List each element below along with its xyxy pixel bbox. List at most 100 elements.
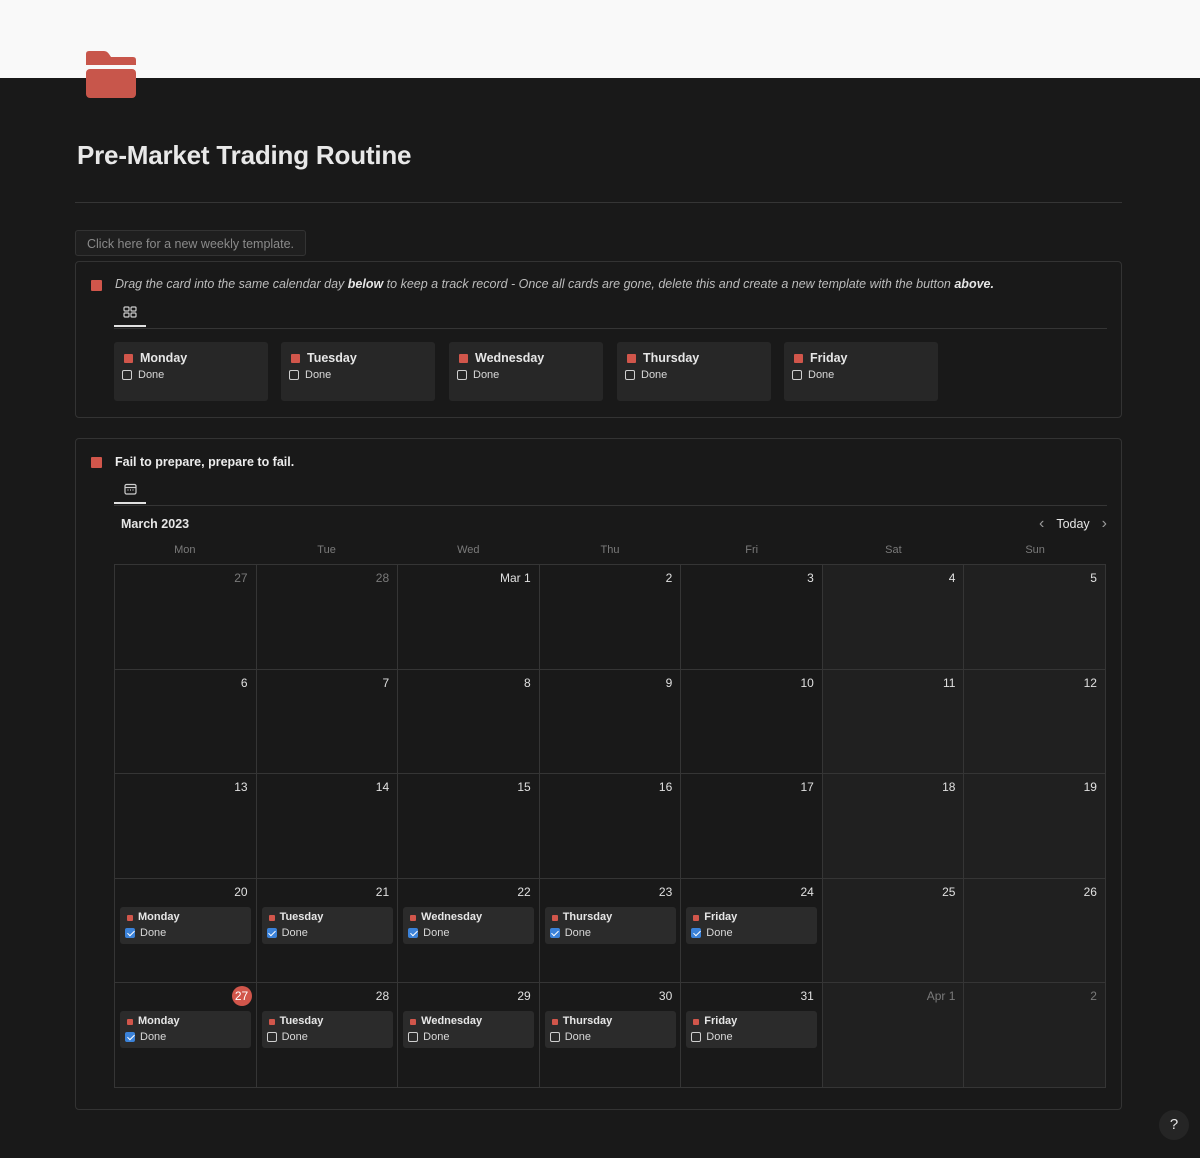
- calendar-day-cell[interactable]: 10: [681, 669, 823, 775]
- calendar-day-cell[interactable]: 2: [539, 565, 682, 670]
- day-number: 30: [658, 989, 673, 1004]
- done-checkbox[interactable]: [289, 370, 299, 380]
- calendar-day-cell[interactable]: 26: [964, 878, 1106, 984]
- calendar-day-cell[interactable]: 2: [964, 983, 1106, 1088]
- done-checkbox[interactable]: [122, 370, 132, 380]
- month-label: March 2023: [121, 517, 190, 531]
- calendar-day-cell[interactable]: 30 Thursday Done: [539, 983, 682, 1088]
- calendar-day-cell[interactable]: 27 Monday Done: [115, 983, 257, 1088]
- new-weekly-template-button[interactable]: Click here for a new weekly template.: [75, 230, 306, 256]
- calendar-view-tab[interactable]: [114, 476, 146, 504]
- day-number: 24: [800, 884, 814, 899]
- calendar-day-cell[interactable]: Apr 1: [822, 983, 965, 1088]
- day-number: 22: [517, 884, 531, 899]
- calendar-day-cell[interactable]: 12: [964, 669, 1106, 775]
- calendar-day-cell[interactable]: 31 Friday Done: [681, 983, 823, 1088]
- calendar-day-cell[interactable]: 11: [822, 669, 965, 775]
- calendar-day-cell[interactable]: 27: [115, 565, 257, 670]
- calendar-navigation: ‹ Today ›: [1039, 516, 1107, 532]
- board-card-wednesday[interactable]: Wednesday Done: [449, 342, 603, 401]
- calendar-card-friday[interactable]: Friday Done: [686, 906, 818, 944]
- calendar-day-cell[interactable]: 20 Monday Done: [115, 878, 257, 984]
- calendar-day-cell[interactable]: 13: [115, 774, 257, 879]
- calendar-card-tuesday[interactable]: Tuesday Done: [261, 906, 393, 944]
- chevron-right-icon[interactable]: ›: [1102, 516, 1107, 532]
- card-title: Friday: [704, 1015, 738, 1028]
- calendar-card-thursday[interactable]: Thursday Done: [544, 1011, 676, 1049]
- calendar-day-cell[interactable]: 19: [964, 774, 1106, 879]
- calendar-day-cell[interactable]: 29 Wednesday Done: [398, 983, 540, 1088]
- calendar-day-cell[interactable]: 18: [822, 774, 965, 879]
- calendar-day-cell[interactable]: 8: [398, 669, 540, 775]
- done-row: Done: [408, 1031, 449, 1043]
- done-checkbox[interactable]: [125, 927, 135, 938]
- calendar-day-cell[interactable]: 17: [681, 774, 823, 879]
- calendar-day-cell[interactable]: 7: [256, 669, 399, 775]
- board-card-thursday[interactable]: Thursday Done: [617, 342, 771, 401]
- weekday-header: Mon Tue Wed Thu Fri Sat Sun: [114, 544, 1106, 556]
- day-number: 27: [234, 571, 248, 585]
- calendar-day-cell[interactable]: 28: [256, 565, 399, 670]
- board-card-tuesday[interactable]: Tuesday Done: [281, 342, 435, 401]
- done-checkbox[interactable]: [549, 1032, 560, 1043]
- chevron-left-icon[interactable]: ‹: [1039, 516, 1044, 532]
- day-number: 26: [1083, 884, 1097, 899]
- done-checkbox[interactable]: [691, 1032, 702, 1043]
- folder-icon[interactable]: [84, 50, 138, 100]
- day-number: 6: [240, 675, 248, 690]
- help-button[interactable]: ?: [1159, 1110, 1189, 1140]
- done-row: Done: [792, 369, 834, 381]
- calendar-day-cell[interactable]: 3: [681, 565, 823, 670]
- done-checkbox[interactable]: [549, 927, 560, 938]
- calendar-day-cell[interactable]: 4: [822, 565, 965, 670]
- calendar-grid: 27 28 Mar 1 2 3 4 5 6 7 8 9 10 11 12 13 14 15 16 17 18 19 20 M…: [114, 564, 1106, 1088]
- calendar-day-cell[interactable]: 24 Friday Done: [681, 878, 823, 984]
- calendar-callout: Fail to prepare, prepare to fail. March …: [75, 438, 1122, 1110]
- done-checkbox[interactable]: [691, 927, 702, 938]
- today-button[interactable]: Today: [1056, 517, 1089, 531]
- calendar-day-cell[interactable]: 15: [398, 774, 540, 879]
- card-title: Wednesday: [421, 1015, 483, 1028]
- calendar-day-cell[interactable]: 5: [964, 565, 1106, 670]
- board-card-monday[interactable]: Monday Done: [114, 342, 268, 401]
- calendar-card-thursday[interactable]: Thursday Done: [544, 906, 676, 944]
- calendar-day-cell[interactable]: 6: [115, 669, 257, 775]
- done-checkbox[interactable]: [266, 927, 277, 938]
- card-icon: [794, 354, 803, 363]
- calendar-card-monday[interactable]: Monday Done: [120, 1011, 251, 1049]
- calendar-day-cell[interactable]: 14: [256, 774, 399, 879]
- done-checkbox[interactable]: [125, 1032, 135, 1043]
- done-checkbox[interactable]: [266, 1032, 277, 1043]
- calendar-card-tuesday[interactable]: Tuesday Done: [261, 1011, 393, 1049]
- done-checkbox[interactable]: [457, 370, 467, 380]
- calendar-day-cell[interactable]: 28 Tuesday Done: [256, 983, 399, 1088]
- calendar-card-wednesday[interactable]: Wednesday Done: [403, 906, 535, 944]
- calendar-day-cell[interactable]: 16: [539, 774, 682, 879]
- calendar-card-friday[interactable]: Friday Done: [686, 1011, 818, 1049]
- gallery-view-tab[interactable]: [114, 299, 146, 327]
- calendar-card-wednesday[interactable]: Wednesday Done: [403, 1011, 535, 1049]
- calendar-day-cell[interactable]: 23 Thursday Done: [539, 878, 682, 984]
- done-checkbox[interactable]: [408, 1032, 419, 1043]
- day-number: 28: [375, 571, 390, 585]
- calendar-day-cell[interactable]: 9: [539, 669, 682, 775]
- callout-icon: [91, 280, 102, 291]
- day-number: 25: [942, 884, 956, 899]
- calendar-card-monday[interactable]: Monday Done: [120, 906, 251, 944]
- day-number: 23: [658, 884, 673, 899]
- done-checkbox[interactable]: [408, 927, 419, 938]
- callout-instructions-text: Drag the card into the same calendar day…: [115, 277, 994, 291]
- board-card-friday[interactable]: Friday Done: [784, 342, 938, 401]
- done-label: Done: [423, 926, 450, 939]
- day-number: 15: [517, 780, 531, 795]
- calendar-day-cell[interactable]: 22 Wednesday Done: [398, 878, 540, 984]
- done-label: Done: [305, 369, 332, 381]
- done-label: Done: [140, 1031, 167, 1044]
- done-checkbox[interactable]: [625, 370, 635, 380]
- done-checkbox[interactable]: [792, 370, 802, 380]
- calendar-day-cell[interactable]: 21 Tuesday Done: [256, 878, 399, 984]
- calendar-day-cell[interactable]: Mar 1: [398, 565, 540, 670]
- calendar-day-cell[interactable]: 25: [822, 878, 965, 984]
- callout-title: Fail to prepare, prepare to fail.: [115, 455, 295, 469]
- card-title: Tuesday: [307, 351, 357, 365]
